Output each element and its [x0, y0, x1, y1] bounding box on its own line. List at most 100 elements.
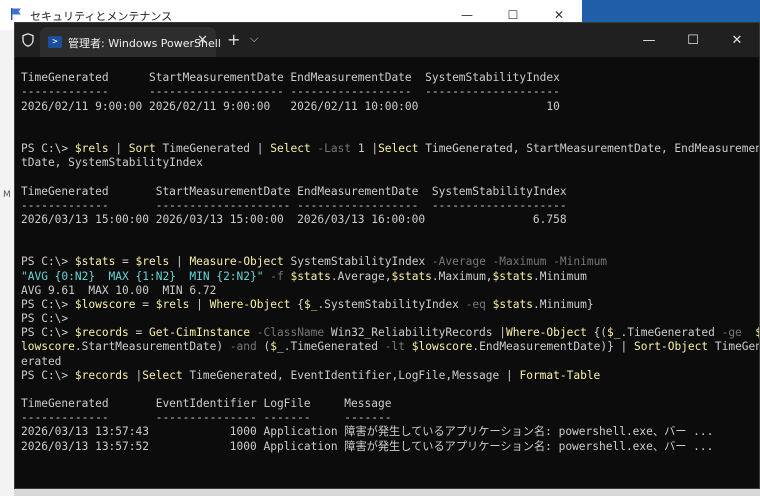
console-text: TimeGenerated |	[155, 142, 271, 156]
console-line: lowscore.StartMeasurementDate) -and ($_.…	[21, 340, 759, 354]
console-text: .Minimum}	[533, 297, 594, 311]
console-text: -lt	[384, 340, 405, 354]
console-text: Select	[378, 142, 419, 156]
console-output[interactable]: TimeGenerated StartMeasurementDate EndMe…	[15, 57, 759, 488]
console-text: |	[169, 255, 190, 269]
console-text: $stats	[391, 269, 432, 283]
console-text: Measure-Object	[189, 255, 284, 269]
console-text: 2026/02/11 9:00:00 2026/02/11 9:00:00 20…	[21, 99, 560, 113]
console-text: Get-CimInstance	[149, 326, 251, 340]
console-text: tDate, SystemStabilityIndex	[21, 156, 203, 170]
console-text: PS C:\>	[21, 368, 75, 382]
console-text: ------------- --------------- ------- --…	[21, 411, 392, 425]
console-line: PS C:\> $lowscore = $rels | Where-Object…	[21, 298, 759, 312]
console-text: $rels	[135, 255, 170, 269]
console-text: $stats	[492, 297, 534, 311]
console-line: PS C:\> $records |Select TimeGenerated, …	[21, 369, 759, 383]
console-text: $	[755, 326, 759, 340]
console-text: Select	[142, 368, 183, 382]
console-line: PS C:\> $rels | Sort TimeGenerated | Sel…	[21, 142, 759, 156]
tab-close-icon[interactable]: ✕	[197, 33, 208, 48]
console-text: $records	[74, 326, 129, 340]
console-text: -and	[229, 340, 257, 354]
console-text: TimeGen	[708, 340, 759, 354]
console-text: {(	[586, 326, 608, 340]
terminal-minimize-button[interactable]: —	[627, 23, 671, 57]
console-text: Where-Object	[209, 297, 291, 311]
console-line: 2026/03/13 13:57:43 1000 Application 障害が…	[21, 425, 759, 439]
console-line: 2026/03/13 15:00:00 2026/03/13 15:00:00 …	[21, 213, 759, 227]
console-text: lowscore	[21, 340, 75, 354]
console-text: ------------- -------------------- -----…	[21, 85, 560, 99]
console-text: PS C:\>	[21, 297, 75, 311]
tab-windows-powershell[interactable]: > 管理者: Windows PowerShell ✕	[40, 27, 221, 57]
console-text: .EndMeasurementDate)} |	[472, 340, 635, 354]
console-text: $lowscore	[411, 340, 473, 354]
console-line: AVG 9.61 MAX 10.00 MIN 6.72	[21, 284, 759, 298]
console-text: PS C:\>	[21, 326, 75, 340]
console-line: ------------- -------------------- -----…	[21, 85, 759, 99]
console-text: TimeGenerated StartMeasurementDate EndMe…	[21, 184, 567, 198]
console-text: $_	[270, 340, 284, 354]
console-text: .Minimum	[532, 269, 587, 283]
console-text: (	[256, 340, 271, 354]
console-text: $rels	[74, 142, 109, 156]
console-line: 2026/03/13 13:57:52 1000 Application 障害が…	[21, 440, 759, 454]
console-text: =	[115, 255, 136, 269]
terminal-tab-bar[interactable]: > 管理者: Windows PowerShell ✕ + ⌵ — ☐ ✕	[15, 23, 759, 57]
console-text: Win32_ReliabilityRecords |	[324, 326, 506, 340]
console-text: -Average -Maximum -Minimum	[431, 255, 608, 269]
console-text: -Last	[310, 142, 352, 156]
console-text: $lowscore	[74, 297, 136, 311]
console-text: |	[189, 297, 210, 311]
security-flag-icon	[11, 8, 21, 20]
console-text: PS C:\>	[21, 255, 75, 269]
console-line: tDate, SystemStabilityIndex	[21, 156, 759, 170]
console-line: TimeGenerated StartMeasurementDate EndMe…	[21, 71, 759, 85]
console-text: Select	[270, 142, 311, 156]
console-text: TimeGenerated, StartMeasurementDate, End…	[418, 142, 759, 156]
console-text: Format-Table	[519, 368, 601, 382]
console-text: -ClassName	[250, 326, 325, 340]
console-text: erated	[21, 354, 62, 368]
background-window-body: M	[0, 30, 14, 496]
terminal-maximize-button[interactable]: ☐	[671, 23, 715, 57]
terminal-window[interactable]: > 管理者: Windows PowerShell ✕ + ⌵ — ☐ ✕ Ti…	[14, 22, 760, 489]
console-line: erated	[21, 355, 759, 369]
console-text: PS C:\>	[21, 142, 75, 156]
console-text: |	[128, 368, 143, 382]
console-text: -f	[263, 269, 284, 283]
console-line: PS C:\> $stats = $rels | Measure-Object …	[21, 255, 759, 269]
console-text: 2026/03/13 15:00:00 2026/03/13 15:00:00 …	[21, 212, 567, 226]
console-text: .TimeGenerated	[283, 340, 385, 354]
console-line: "AVG {0:N2} MAX {1:N2} MIN {2:N2}" -f $s…	[21, 270, 759, 284]
console-text: ------------- -------------------- -----…	[21, 198, 567, 212]
console-text: .TimeGenerated	[620, 326, 722, 340]
console-line: PS C:\>	[21, 312, 759, 326]
console-text: Sort-Object	[634, 340, 709, 354]
new-tab-button[interactable]: +	[227, 30, 240, 49]
console-text: TimeGenerated, EventIdentifier,LogFile,M…	[182, 368, 520, 382]
console-text: $_	[607, 326, 621, 340]
terminal-close-button[interactable]: ✕	[715, 23, 759, 57]
console-text: TimeGenerated StartMeasurementDate EndMe…	[21, 71, 560, 85]
console-text: Sort	[128, 142, 156, 156]
console-text: 1 |	[351, 142, 379, 156]
console-text: |	[108, 142, 129, 156]
console-line: PS C:\> $records = Get-CimInstance -Clas…	[21, 326, 759, 340]
admin-shield-icon	[22, 33, 34, 47]
console-text: -eq	[465, 297, 486, 311]
console-line: ------------- -------------------- -----…	[21, 199, 759, 213]
console-text: =	[135, 297, 156, 311]
console-text: AVG 9.61 MAX 10.00 MIN 6.72	[21, 283, 217, 297]
chevron-down-icon[interactable]: ⌵	[250, 32, 258, 46]
